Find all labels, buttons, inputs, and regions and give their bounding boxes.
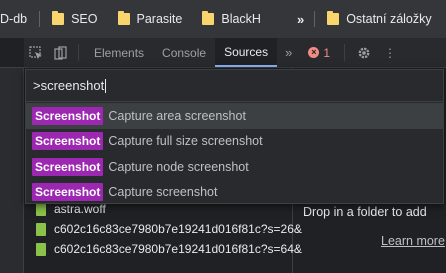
devtools-left-strip	[0, 38, 24, 67]
error-counter[interactable]: × 1	[300, 38, 338, 67]
learn-more-link[interactable]: Learn more	[381, 234, 445, 248]
folder-icon	[327, 11, 340, 25]
command-label: Capture area screenshot	[108, 108, 246, 123]
command-category-badge: Screenshot	[32, 183, 104, 202]
bookmark-label: Ostatní záložky	[346, 12, 432, 26]
command-category-badge: Screenshot	[32, 106, 104, 125]
customize-menu-button[interactable]: ⋮	[377, 38, 403, 67]
bookmarks-more-button[interactable]: »	[293, 12, 308, 27]
inspect-element-icon[interactable]	[24, 38, 48, 67]
file-tree: astra.woff c602c16c83ce7980b7e19241d016f…	[36, 199, 302, 259]
file-tree-item[interactable]: c602c16c83ce7980b7e19241d016f81c?s=64&	[36, 239, 302, 259]
folder-icon	[202, 11, 215, 25]
command-list: Screenshot Capture area screenshot Scree…	[26, 102, 443, 205]
file-tree-item[interactable]: c602c16c83ce7980b7e19241d016f81c?s=26&	[36, 219, 302, 239]
command-item-capture-node[interactable]: Screenshot Capture node screenshot	[26, 154, 443, 180]
command-label: Capture full size screenshot	[108, 134, 263, 149]
command-category-badge: Screenshot	[32, 157, 104, 176]
bookmark-separator	[39, 11, 41, 27]
settings-gear-icon[interactable]	[351, 38, 377, 67]
bookmarks-bar: D-db SEO Parasite BlackH » Ostatní zálož…	[0, 0, 446, 38]
bookmark-label: Parasite	[136, 12, 183, 26]
bookmark-separator	[314, 11, 316, 27]
command-menu: >screenshot Screenshot Capture area scre…	[25, 69, 444, 204]
folder-icon	[117, 11, 130, 25]
command-label: Capture screenshot	[108, 185, 218, 200]
toolbar-separator	[344, 44, 346, 61]
command-item-capture-screenshot[interactable]: Screenshot Capture screenshot	[26, 180, 443, 206]
bookmark-label: SEO	[71, 12, 98, 26]
tab-sources[interactable]: Sources	[215, 38, 278, 67]
command-category-badge: Screenshot	[32, 132, 104, 151]
text-caret	[105, 78, 107, 93]
bookmark-folder-seo[interactable]: SEO	[46, 7, 103, 31]
bookmark-folder-blackh[interactable]: BlackH	[196, 7, 267, 31]
bookmark-label: D-db	[0, 12, 28, 26]
image-file-icon	[36, 242, 46, 256]
workspace-drop-hint: Drop in a folder to add	[303, 205, 427, 219]
file-name: c602c16c83ce7980b7e19241d016f81c?s=26&	[54, 222, 302, 236]
error-icon: ×	[308, 47, 320, 58]
file-name: c602c16c83ce7980b7e19241d016f81c?s=64&	[54, 242, 302, 256]
folder-icon	[52, 11, 65, 25]
command-label: Capture node screenshot	[108, 159, 249, 174]
tab-console[interactable]: Console	[153, 38, 215, 67]
bookmark-folder-parasite[interactable]: Parasite	[112, 7, 189, 31]
more-tabs-button[interactable]: »	[277, 38, 300, 67]
command-item-capture-area[interactable]: Screenshot Capture area screenshot	[26, 103, 443, 129]
error-count: 1	[323, 45, 331, 60]
image-file-icon	[36, 222, 46, 236]
command-query: >screenshot	[33, 78, 105, 93]
browser-side-strip	[0, 68, 24, 273]
device-toolbar-icon[interactable]	[48, 38, 72, 67]
toolbar-separator	[78, 44, 79, 61]
devtools-toolbar: Elements Console Sources » × 1 ⋮	[0, 38, 446, 68]
tab-elements[interactable]: Elements	[85, 38, 153, 67]
bookmark-label: BlackH	[221, 12, 261, 26]
command-item-capture-full-size[interactable]: Screenshot Capture full size screenshot	[26, 129, 443, 155]
bookmark-ddb[interactable]: D-db	[0, 7, 33, 31]
command-menu-input[interactable]: >screenshot	[26, 70, 443, 102]
bookmark-folder-other[interactable]: Ostatní záložky	[321, 7, 437, 31]
